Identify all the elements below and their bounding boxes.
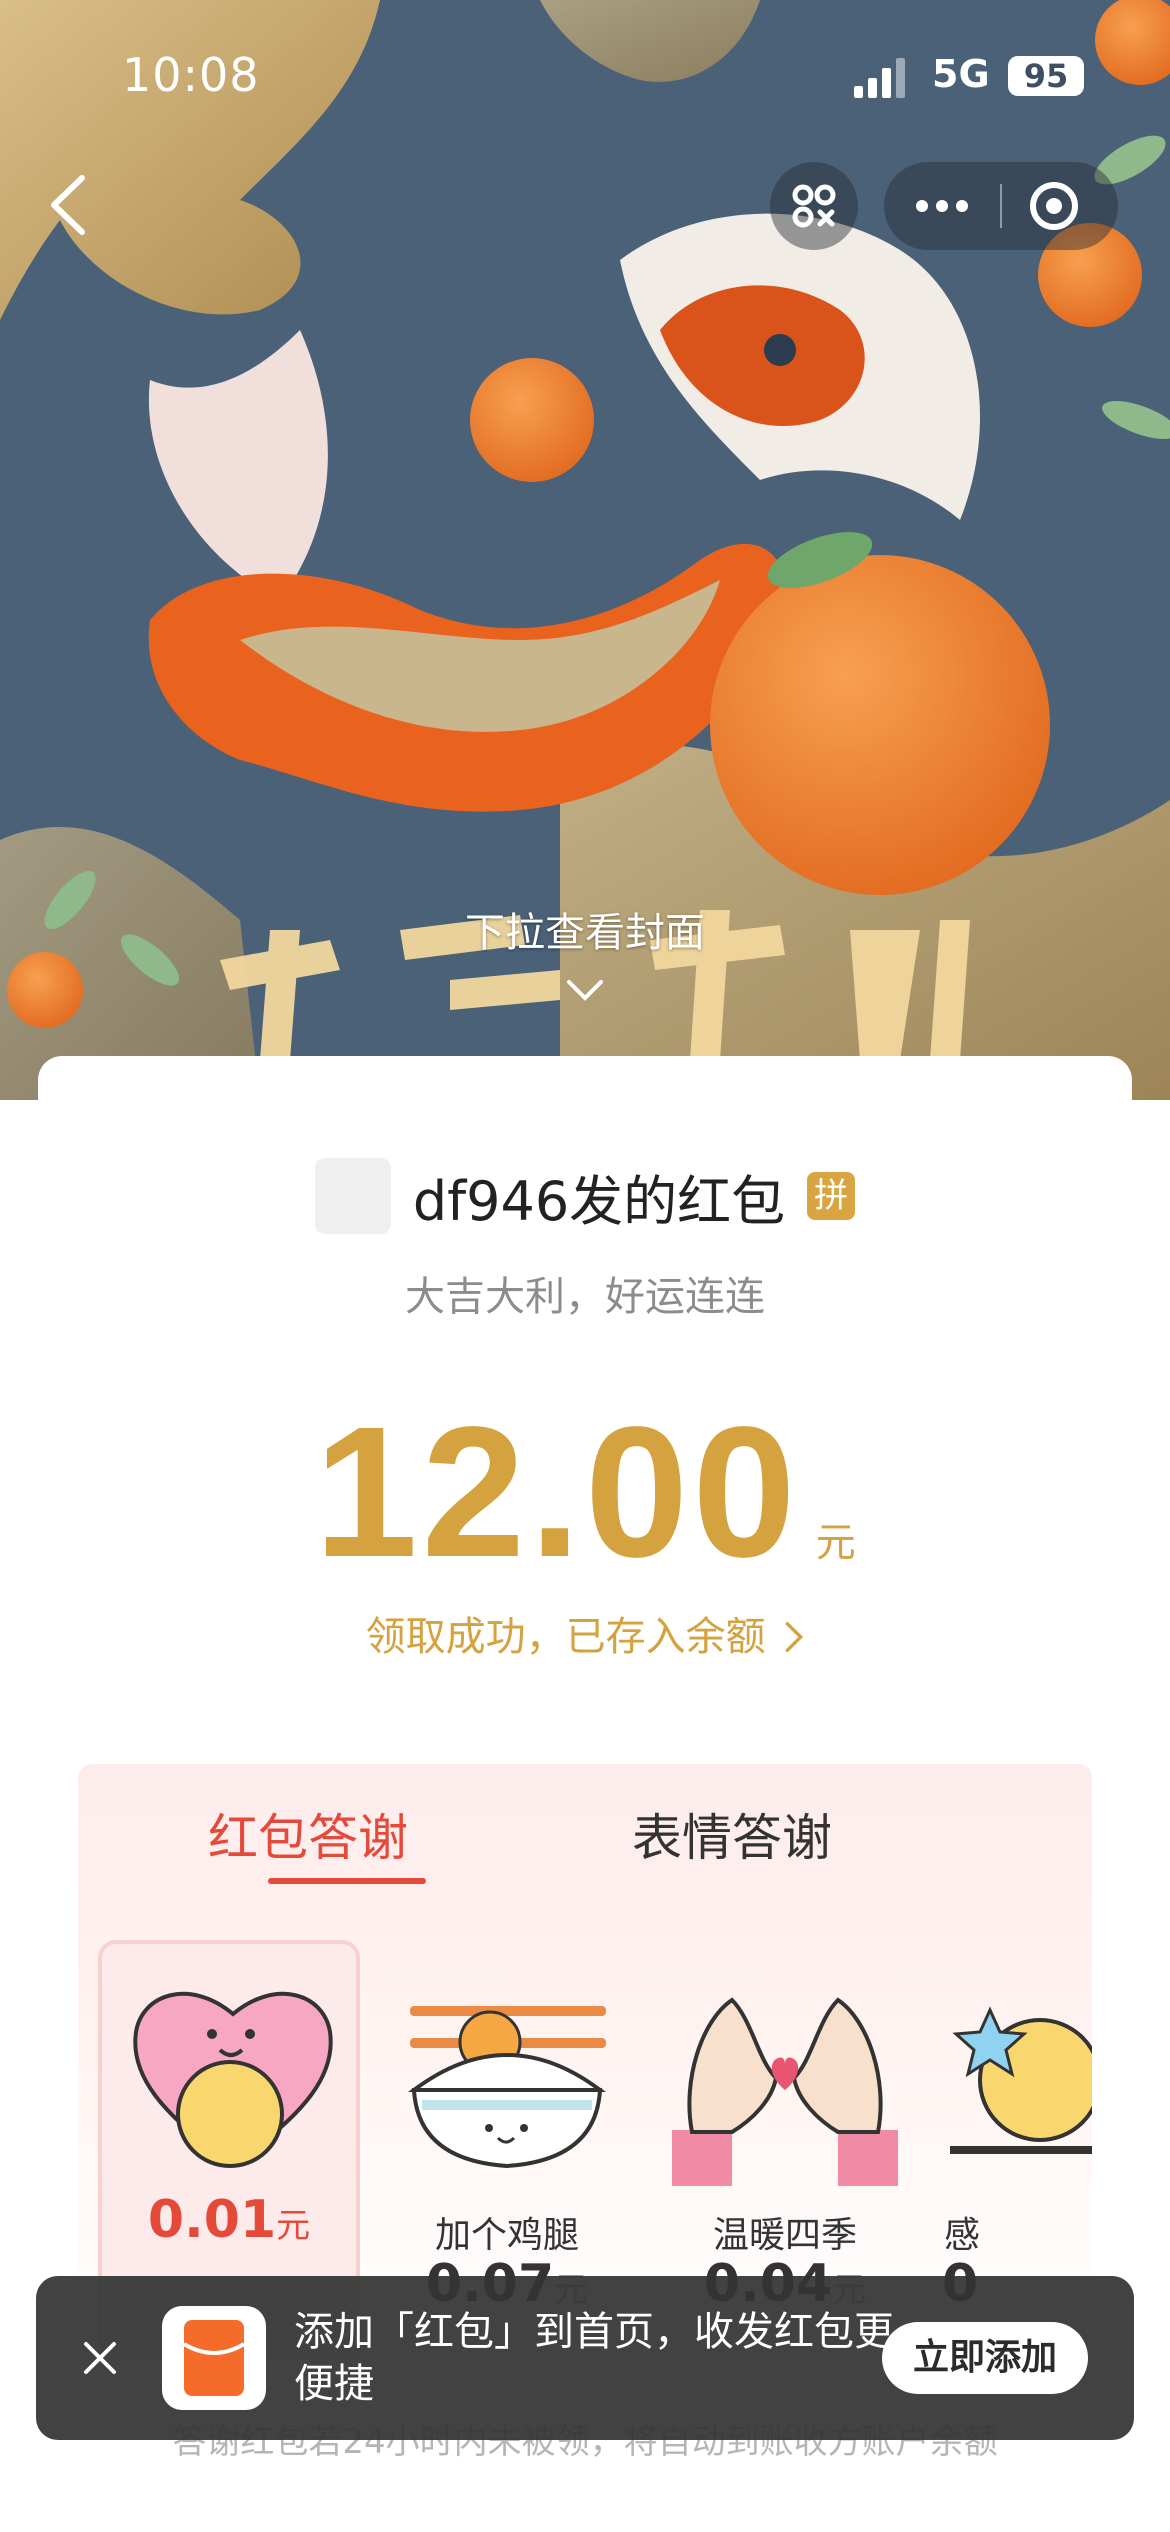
network-type: 5G bbox=[932, 52, 990, 96]
close-icon[interactable] bbox=[78, 2336, 122, 2380]
more-dots-icon[interactable] bbox=[884, 162, 1000, 250]
sticker-price-value: 0.01 bbox=[147, 2190, 277, 2250]
star-sticker-icon bbox=[950, 2006, 1092, 2154]
toast-message: 添加「红包」到首页，收发红包更便捷 bbox=[294, 2309, 894, 2407]
add-to-home-toast: 添加「红包」到首页，收发红包更便捷 立即添加 bbox=[36, 2276, 1134, 2440]
sticker-name: 感 bbox=[944, 2215, 981, 2256]
amount-unit: 元 bbox=[815, 1520, 856, 1566]
pull-down-hint: 下拉查看封面 bbox=[465, 910, 705, 956]
tab-red-packet-thanks[interactable]: 红包答谢 bbox=[158, 1798, 458, 1870]
battery-indicator: 95 bbox=[1008, 56, 1084, 96]
chevron-left-icon[interactable] bbox=[40, 170, 100, 240]
tab-sticker-thanks[interactable]: 表情答谢 bbox=[582, 1798, 882, 1870]
chevron-right-icon bbox=[786, 1621, 804, 1652]
amount-row: 12.00 元 bbox=[38, 1386, 1132, 1596]
group-packet-badge: 拼 bbox=[807, 1172, 856, 1220]
scan-button[interactable] bbox=[770, 162, 858, 250]
heart-hug-icon bbox=[133, 1991, 333, 2168]
sticker-name: 加个鸡腿 bbox=[434, 2215, 579, 2256]
status-time: 10:08 bbox=[122, 48, 260, 102]
sender-row: df946发的红包 拼 bbox=[38, 1156, 1132, 1236]
red-packet-icon bbox=[182, 2320, 246, 2396]
balance-link[interactable]: 领取成功，已存入余额 bbox=[38, 1604, 1132, 1662]
scan-icon bbox=[792, 184, 836, 228]
rice-bowl-drumstick-icon bbox=[408, 2006, 606, 2169]
active-tab-indicator bbox=[268, 1878, 426, 1884]
avatar[interactable] bbox=[314, 1158, 391, 1234]
add-now-button[interactable]: 立即添加 bbox=[882, 2322, 1088, 2394]
balance-link-label: 领取成功，已存入余额 bbox=[365, 1614, 766, 1660]
received-amount: 12.00 bbox=[314, 1389, 800, 1596]
blessing-message: 大吉大利，好运连连 bbox=[405, 1274, 765, 1320]
sticker-name: 温暖四季 bbox=[712, 2215, 857, 2256]
signal-icon bbox=[854, 58, 905, 98]
status-bar: 10:08 5G 95 bbox=[0, 0, 1170, 150]
chevron-down-icon bbox=[567, 980, 603, 1001]
heart-hands-icon bbox=[672, 1997, 898, 2186]
cover-image[interactable]: 10:08 5G 95 下拉查看封面 bbox=[0, 0, 1170, 1100]
sticker-price-unit: 元 bbox=[276, 2206, 311, 2246]
mini-program-capsule bbox=[884, 162, 1118, 250]
sticker-price: 0.01元 bbox=[102, 2190, 356, 2250]
target-circle-icon[interactable] bbox=[1002, 162, 1118, 250]
red-packet-app-icon bbox=[162, 2306, 266, 2410]
sender-name: df946发的红包 bbox=[412, 1169, 786, 1233]
